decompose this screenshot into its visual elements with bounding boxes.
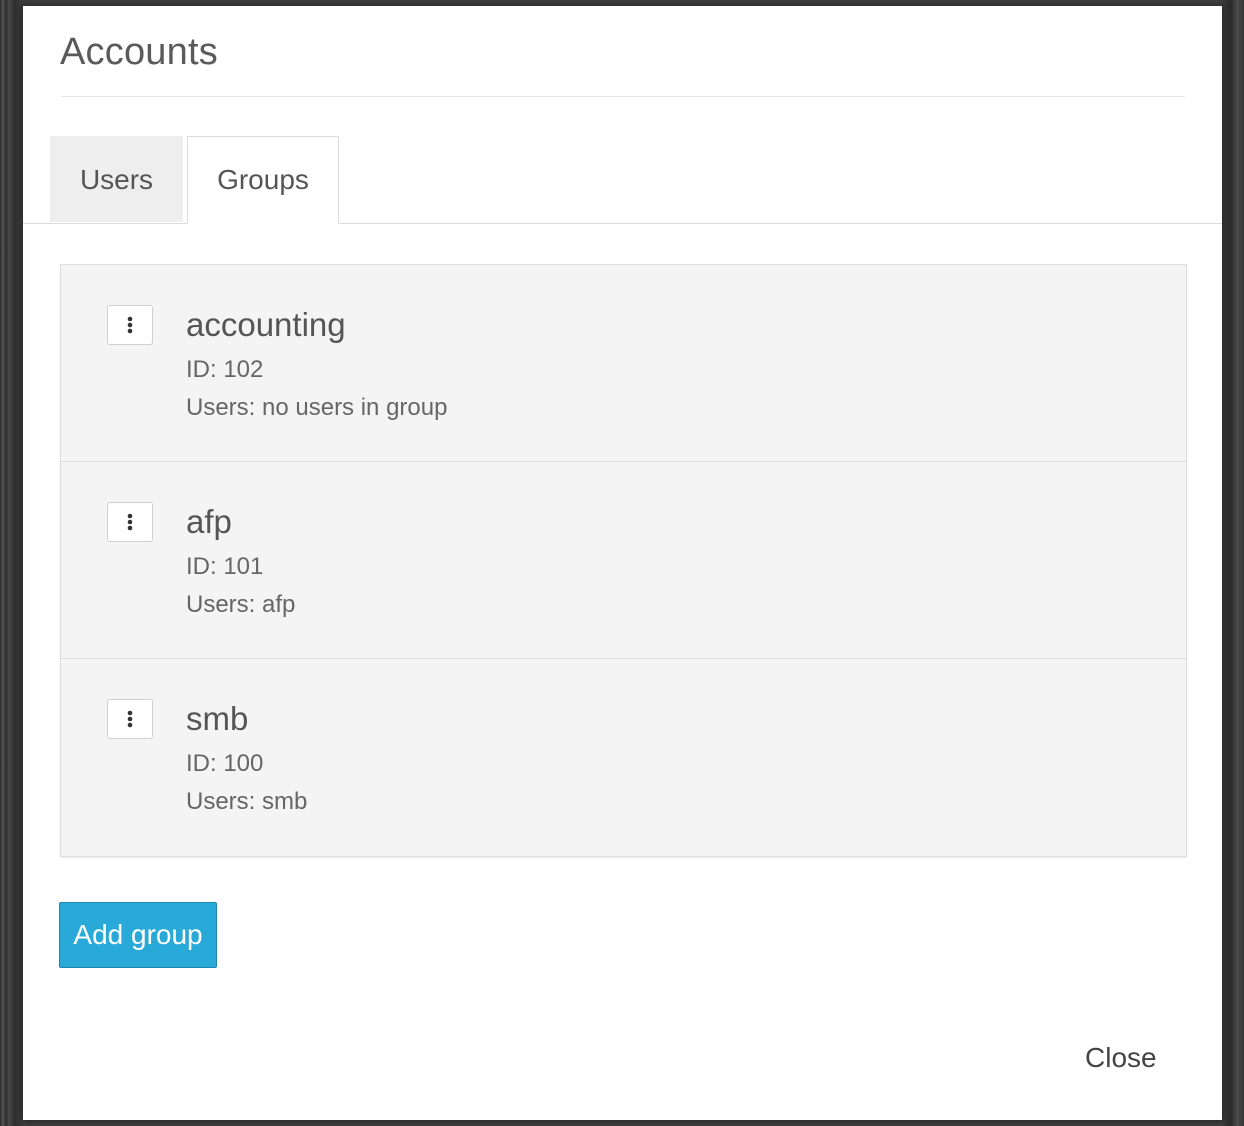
- dialog-title: Accounts: [60, 31, 218, 73]
- add-group-button[interactable]: Add group: [59, 902, 217, 968]
- vertical-ellipsis-icon: [127, 710, 133, 728]
- accounts-dialog: Accounts Users Groups accounting ID: 102…: [23, 6, 1222, 1120]
- group-menu-button[interactable]: [107, 305, 153, 345]
- group-menu-button[interactable]: [107, 699, 153, 739]
- vertical-ellipsis-icon: [127, 316, 133, 334]
- group-name: accounting: [186, 306, 346, 343]
- group-users: Users: afp: [186, 591, 296, 618]
- list-item-afp: afp ID: 101 Users: afp: [61, 462, 1186, 659]
- modal-backdrop-edge: [1222, 0, 1244, 1126]
- group-id: ID: 100: [186, 750, 264, 777]
- title-divider: [61, 96, 1185, 97]
- group-id: ID: 102: [186, 356, 264, 383]
- list-item-smb: smb ID: 100 Users: smb: [61, 659, 1186, 856]
- tab-bar: Users Groups: [23, 136, 1222, 224]
- group-users: Users: smb: [186, 788, 308, 815]
- vertical-ellipsis-icon: [127, 513, 133, 531]
- group-list: accounting ID: 102 Users: no users in gr…: [60, 264, 1187, 857]
- group-id: ID: 101: [186, 553, 264, 580]
- group-users: Users: no users in group: [186, 394, 448, 421]
- group-name: afp: [186, 503, 232, 540]
- tab-groups[interactable]: Groups: [187, 136, 339, 224]
- list-item-accounting: accounting ID: 102 Users: no users in gr…: [61, 265, 1186, 462]
- close-button[interactable]: Close: [1085, 1042, 1157, 1074]
- group-menu-button[interactable]: [107, 502, 153, 542]
- tab-users[interactable]: Users: [50, 136, 183, 222]
- group-name: smb: [186, 700, 249, 737]
